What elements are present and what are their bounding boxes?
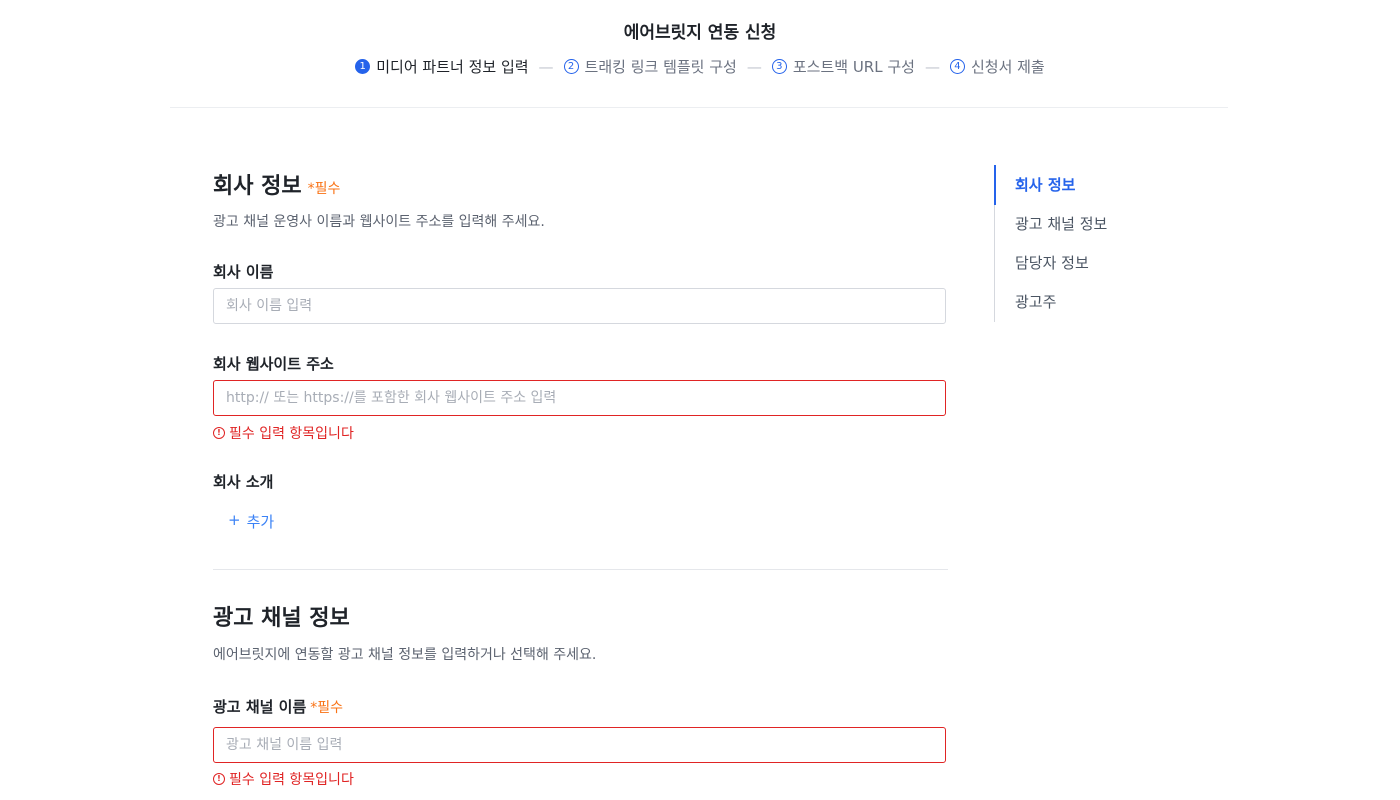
- nav-item-advertiser[interactable]: 광고주: [1015, 291, 1056, 312]
- step-number-icon: 1: [355, 59, 371, 74]
- error-text: 필수 입력 항목입니다: [229, 426, 354, 442]
- step-label: 트래킹 링크 템플릿 구성: [584, 58, 737, 76]
- step-separator: —: [538, 57, 554, 76]
- step-1: 1 미디어 파트너 정보 입력: [355, 56, 529, 77]
- step-separator: —: [746, 57, 762, 76]
- step-number-icon: 2: [563, 59, 579, 74]
- add-label: 추가: [246, 513, 275, 531]
- channel-name-error: ! 필수 입력 항목입니다: [213, 769, 354, 789]
- company-intro-label: 회사 소개: [213, 473, 274, 491]
- nav-item-channel-info[interactable]: 광고 채널 정보: [1015, 213, 1107, 234]
- channel-section-heading: 광고 채널 정보: [213, 606, 350, 631]
- company-section-title: 회사 정보 *필수: [213, 168, 340, 200]
- page-title: 에어브릿지 연동 신청: [623, 23, 777, 43]
- page-header: 에어브릿지 연동 신청 1 미디어 파트너 정보 입력 — 2 트래킹 링크 템…: [0, 0, 1400, 108]
- required-badge: *필수: [307, 181, 341, 197]
- company-name-input[interactable]: [213, 288, 946, 324]
- stepper: 1 미디어 파트너 정보 입력 — 2 트래킹 링크 템플릿 구성 — 3 포스…: [0, 56, 1400, 77]
- section-nav: 회사 정보 광고 채널 정보 담당자 정보 광고주: [994, 165, 1195, 322]
- required-badge: *필수: [310, 700, 344, 716]
- error-text: 필수 입력 항목입니다: [229, 772, 354, 788]
- channel-name-input[interactable]: [213, 727, 946, 763]
- channel-section-description: 에어브릿지에 연동할 광고 채널 정보를 입력하거나 선택해 주세요.: [213, 647, 597, 663]
- step-number-icon: 4: [949, 59, 965, 74]
- step-label: 신청서 제출: [970, 58, 1045, 76]
- plus-icon: +: [228, 511, 241, 529]
- step-separator: —: [924, 57, 940, 76]
- error-circle-icon: !: [213, 773, 225, 785]
- channel-name-label-text: 광고 채널 이름: [213, 698, 307, 716]
- company-section-heading: 회사 정보: [213, 174, 302, 199]
- section-nav-active-indicator: [994, 165, 996, 205]
- step-label: 포스트백 URL 구성: [792, 58, 915, 76]
- step-3: 3 포스트백 URL 구성: [771, 56, 915, 77]
- nav-item-company-info[interactable]: 회사 정보: [1015, 174, 1075, 195]
- channel-section-title: 광고 채널 정보: [213, 600, 350, 632]
- step-4: 4 신청서 제출: [949, 56, 1045, 77]
- channel-name-label: 광고 채널 이름 *필수: [213, 696, 343, 717]
- error-circle-icon: !: [213, 427, 225, 439]
- nav-item-contact-info[interactable]: 담당자 정보: [1015, 252, 1089, 273]
- company-section-description: 광고 채널 운영사 이름과 웹사이트 주소를 입력해 주세요.: [213, 214, 545, 230]
- company-name-label: 회사 이름: [213, 263, 274, 281]
- add-company-intro-button[interactable]: + 추가: [228, 511, 274, 532]
- step-label: 미디어 파트너 정보 입력: [376, 58, 529, 76]
- header-divider: [170, 107, 1228, 108]
- company-website-label: 회사 웹사이트 주소: [213, 355, 334, 373]
- company-website-input[interactable]: [213, 380, 946, 416]
- step-2: 2 트래킹 링크 템플릿 구성: [563, 56, 737, 77]
- section-divider: [213, 569, 948, 570]
- step-number-icon: 3: [771, 59, 787, 74]
- company-website-error: ! 필수 입력 항목입니다: [213, 423, 354, 443]
